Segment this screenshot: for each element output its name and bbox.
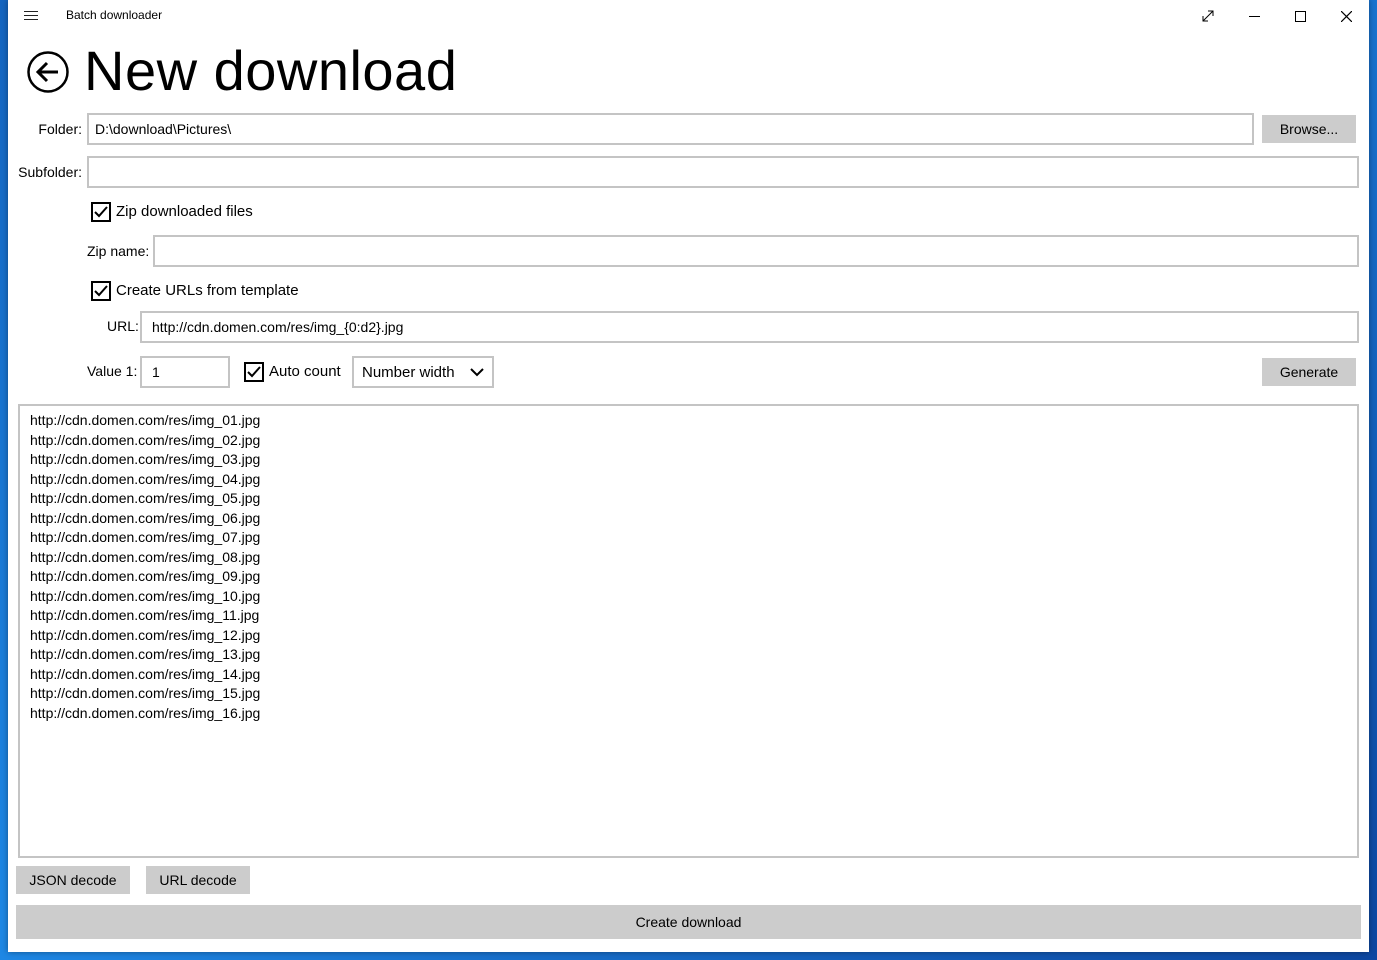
url-line: http://cdn.domen.com/res/img_11.jpg (30, 607, 260, 623)
folder-input[interactable]: D:\download\Pictures\ (87, 113, 1254, 145)
url-line: http://cdn.domen.com/res/img_10.jpg (30, 587, 261, 604)
create-download-button[interactable]: Create download (16, 905, 1361, 939)
zip-name-input[interactable] (153, 235, 1359, 267)
url-line: http://cdn.domen.com/res/img_08.jpg (30, 548, 261, 565)
page-title: New download (84, 39, 458, 102)
checkmark-icon (94, 206, 108, 218)
title-bar: Batch downloader (8, 0, 1369, 32)
generate-button[interactable]: Generate (1262, 358, 1356, 386)
subfolder-input[interactable] (87, 156, 1359, 188)
chevron-down-icon (470, 367, 484, 376)
url-line: http://cdn.domen.com/res/img_06.jpg (30, 509, 261, 526)
hamburger-menu-icon[interactable] (24, 8, 38, 22)
url-line: http://cdn.domen.com/res/img_13.jpg (30, 646, 261, 662)
url-line: http://cdn.domen.com/res/img_01.jpg (30, 412, 261, 428)
value1-input-value: 1 (152, 364, 160, 380)
url-template-value: http://cdn.domen.com/res/img_{0:d2}.jpg (152, 319, 404, 335)
zip-checkbox-label[interactable]: Zip downloaded files (116, 203, 253, 220)
auto-count-label[interactable]: Auto count (269, 363, 341, 380)
minimize-button[interactable] (1231, 0, 1277, 32)
app-window: Batch downloader New download Folder: D:… (8, 0, 1369, 952)
back-button[interactable] (27, 51, 69, 93)
maximize-icon (1294, 10, 1306, 22)
zip-checkbox[interactable] (91, 202, 111, 222)
url-line: http://cdn.domen.com/res/img_07.jpg (30, 529, 261, 545)
checkmark-icon (94, 285, 108, 297)
url-template-input[interactable]: http://cdn.domen.com/res/img_{0:d2}.jpg (140, 311, 1359, 343)
json-decode-button[interactable]: JSON decode (16, 866, 130, 894)
folder-input-value: D:\download\Pictures\ (95, 121, 232, 137)
url-line: http://cdn.domen.com/res/img_15.jpg (30, 685, 261, 701)
folder-label: Folder: (38, 121, 82, 137)
url-line: http://cdn.domen.com/res/img_03.jpg (30, 451, 261, 467)
maximize-button[interactable] (1277, 0, 1323, 32)
browse-button[interactable]: Browse... (1262, 115, 1356, 143)
url-line: http://cdn.domen.com/res/img_14.jpg (30, 665, 261, 682)
auto-count-checkbox[interactable] (244, 362, 264, 382)
app-title: Batch downloader (66, 8, 163, 22)
back-arrow-icon (27, 51, 69, 93)
url-line: http://cdn.domen.com/res/img_12.jpg (30, 626, 261, 643)
url-label: URL: (107, 318, 139, 334)
subfolder-label: Subfolder: (18, 164, 82, 180)
url-line: http://cdn.domen.com/res/img_09.jpg (30, 568, 261, 584)
url-line: http://cdn.domen.com/res/img_04.jpg (30, 470, 261, 487)
url-line: http://cdn.domen.com/res/img_05.jpg (30, 490, 261, 506)
close-icon (1340, 10, 1352, 22)
checkmark-icon (247, 366, 261, 378)
value1-label: Value 1: (87, 363, 138, 379)
minimize-icon (1248, 15, 1260, 17)
template-checkbox[interactable] (91, 281, 111, 301)
number-width-selected: Number width (362, 363, 455, 381)
url-decode-button[interactable]: URL decode (146, 866, 250, 894)
fullscreen-button[interactable] (1185, 0, 1231, 32)
value1-input[interactable]: 1 (140, 356, 230, 388)
url-line: http://cdn.domen.com/res/img_16.jpg (30, 704, 261, 721)
url-list-textarea[interactable]: http://cdn.domen.com/res/img_01.jpg http:… (18, 404, 1359, 858)
template-checkbox-label[interactable]: Create URLs from template (116, 282, 299, 299)
zip-name-label: Zip name: (87, 243, 150, 259)
number-width-dropdown[interactable]: Number width (352, 356, 494, 388)
expand-icon (1202, 10, 1214, 22)
url-line: http://cdn.domen.com/res/img_02.jpg (30, 431, 261, 448)
close-button[interactable] (1323, 0, 1369, 32)
